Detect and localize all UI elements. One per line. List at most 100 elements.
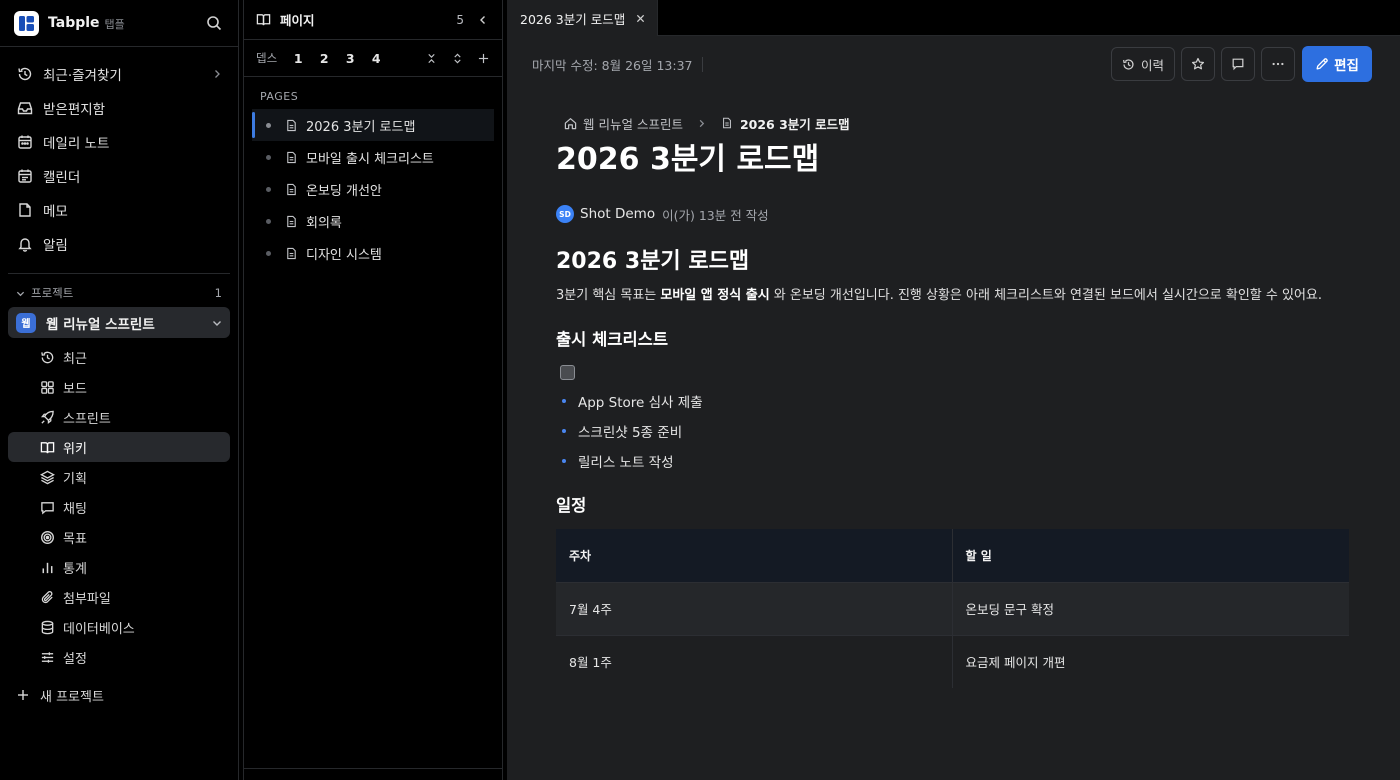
- checkbox[interactable]: [560, 365, 575, 380]
- search-icon[interactable]: [204, 13, 224, 33]
- edit-button[interactable]: 편집: [1302, 46, 1372, 82]
- page-item[interactable]: 디자인 시스템: [252, 237, 494, 269]
- bullet-dot: [266, 218, 271, 224]
- main-nav: 최근·즐겨찾기 받은편지함 데일리 노트 캘린더 메모 알림: [0, 47, 238, 261]
- project-nav-stats[interactable]: 통계: [8, 552, 230, 582]
- project-nav-settings[interactable]: 설정: [8, 642, 230, 672]
- projects-label: 프로젝트: [31, 286, 74, 300]
- nav-item-label: 받은편지함: [43, 102, 106, 118]
- pages-panel-title: 페이지: [280, 13, 315, 28]
- depth-button-4[interactable]: 4: [363, 51, 389, 66]
- depth-bar: 뎁스 1 2 3 4: [244, 40, 502, 77]
- divider: [701, 56, 703, 72]
- page-item[interactable]: 회의록: [252, 205, 494, 237]
- project-nav-database[interactable]: 데이터베이스: [8, 612, 230, 642]
- list-item: 스크린샷 5종 준비: [556, 416, 1350, 446]
- app-logo-icon[interactable]: [14, 10, 39, 36]
- new-project-button[interactable]: 새 프로젝트: [0, 680, 238, 710]
- document-icon: [720, 116, 734, 130]
- bullet-dot: [266, 250, 271, 256]
- nav-item-notifications[interactable]: 알림: [0, 227, 238, 261]
- page-item-title: 온보딩 개선안: [306, 183, 382, 199]
- project-nav-label: 첨부파일: [63, 591, 111, 607]
- depth-label: 뎁스: [256, 51, 278, 65]
- chevron-down-icon: [212, 318, 222, 328]
- nav-item-recent-favorites[interactable]: 최근·즐겨찾기: [0, 57, 238, 91]
- author-name[interactable]: Shot Demo: [580, 206, 655, 222]
- calendar-icon: [16, 133, 34, 151]
- target-icon: [39, 529, 55, 545]
- nav-item-daily-note[interactable]: 데일리 노트: [0, 125, 238, 159]
- project-nav: 최근 보드 스프린트 위키 기획 채팅 목표 통계 첨부파일 데이터베이스 설정: [0, 342, 238, 672]
- table-header-cell: 할 일: [952, 529, 1349, 582]
- avatar[interactable]: SD: [556, 205, 574, 223]
- content-heading: 2026 3분기 로드맵: [556, 249, 750, 274]
- page-item[interactable]: 모바일 출시 체크리스트: [252, 141, 494, 173]
- page-item[interactable]: 2026 3분기 로드맵: [252, 109, 494, 141]
- depth-button-3[interactable]: 3: [337, 51, 363, 66]
- memo-icon: [16, 201, 34, 219]
- project-nav-attachments[interactable]: 첨부파일: [8, 582, 230, 612]
- history-button[interactable]: 이력: [1111, 47, 1175, 81]
- tab-document[interactable]: 2026 3분기 로드맵: [507, 0, 659, 36]
- nav-item-memo[interactable]: 메모: [0, 193, 238, 227]
- project-nav-label: 데이터베이스: [63, 621, 135, 637]
- collapse-panel-icon[interactable]: [476, 13, 490, 27]
- project-nav-label: 보드: [63, 381, 87, 397]
- nav-item-label: 데일리 노트: [43, 136, 110, 152]
- nav-item-inbox[interactable]: 받은편지함: [0, 91, 238, 125]
- author-meta: 이(가) 13분 전 작성: [662, 207, 769, 223]
- favorite-button[interactable]: [1181, 47, 1215, 81]
- chevron-right-icon: [212, 69, 222, 79]
- project-nav-label: 채팅: [63, 501, 87, 517]
- table-cell: 요금제 페이지 개편: [952, 634, 1349, 688]
- new-project-label: 새 프로젝트: [40, 689, 104, 705]
- breadcrumb-current: 2026 3분기 로드맵: [739, 116, 850, 132]
- pages-count: 5: [456, 12, 464, 27]
- brand-bar: Tabple 탭플: [0, 0, 238, 47]
- project-selector[interactable]: 웹 웹 리뉴얼 스프린트: [8, 307, 230, 338]
- paperclip-icon: [39, 589, 55, 605]
- project-nav-recent[interactable]: 최근: [8, 342, 230, 372]
- chevron-down-icon: [16, 289, 25, 298]
- breadcrumb-parent-link[interactable]: 웹 리뉴얼 스프린트: [583, 114, 683, 133]
- table-cell: 온보딩 문구 확정: [952, 581, 1349, 635]
- document-icon: [284, 214, 298, 228]
- table-row: 7월 4주 온보딩 문구 확정: [556, 581, 1349, 635]
- toolbar-actions: 이력 편집: [1111, 46, 1372, 82]
- table-header-cell: 주차: [556, 529, 953, 582]
- document-icon: [284, 246, 298, 260]
- bullet-dot: [562, 399, 566, 403]
- project-nav-sprint[interactable]: 스프린트: [8, 402, 230, 432]
- page-item[interactable]: 온보딩 개선안: [252, 173, 494, 205]
- page-item-title: 회의록: [306, 215, 342, 231]
- add-page-icon[interactable]: [476, 51, 490, 65]
- expand-all-icon[interactable]: [450, 51, 464, 65]
- history-icon: [16, 65, 34, 83]
- nav-item-label: 최근·즐겨찾기: [43, 68, 122, 84]
- project-nav-wiki[interactable]: 위키: [8, 432, 230, 462]
- nav-item-label: 알림: [43, 238, 68, 254]
- star-icon: [1191, 57, 1205, 71]
- projects-section-header[interactable]: 프로젝트 1: [0, 281, 238, 305]
- nav-item-calendar[interactable]: 캘린더: [0, 159, 238, 193]
- layers-icon: [39, 469, 55, 485]
- comment-icon: [1231, 57, 1245, 71]
- project-nav-board[interactable]: 보드: [8, 372, 230, 402]
- project-nav-chat[interactable]: 채팅: [8, 492, 230, 522]
- book-icon: [39, 439, 55, 455]
- paragraph-text: 와 온보딩 개선입니다. 진행 상황은 아래 체크리스트와 연결된 보드에서 실…: [769, 288, 1323, 303]
- table-cell: 7월 4주: [556, 581, 953, 635]
- depth-button-2[interactable]: 2: [311, 51, 337, 66]
- collapse-all-icon[interactable]: [424, 51, 438, 65]
- list-item: 릴리스 노트 작성: [556, 446, 1350, 476]
- project-nav-goals[interactable]: 목표: [8, 522, 230, 552]
- more-options-button[interactable]: [1261, 47, 1295, 81]
- home-icon: [563, 116, 577, 130]
- project-nav-planning[interactable]: 기획: [8, 462, 230, 492]
- comments-button[interactable]: [1221, 47, 1255, 81]
- depth-button-1[interactable]: 1: [285, 51, 311, 66]
- close-icon[interactable]: [635, 13, 645, 23]
- checklist: App Store 심사 제출 스크린샷 5종 준비 릴리스 노트 작성: [556, 386, 1350, 476]
- project-nav-label: 통계: [63, 561, 87, 577]
